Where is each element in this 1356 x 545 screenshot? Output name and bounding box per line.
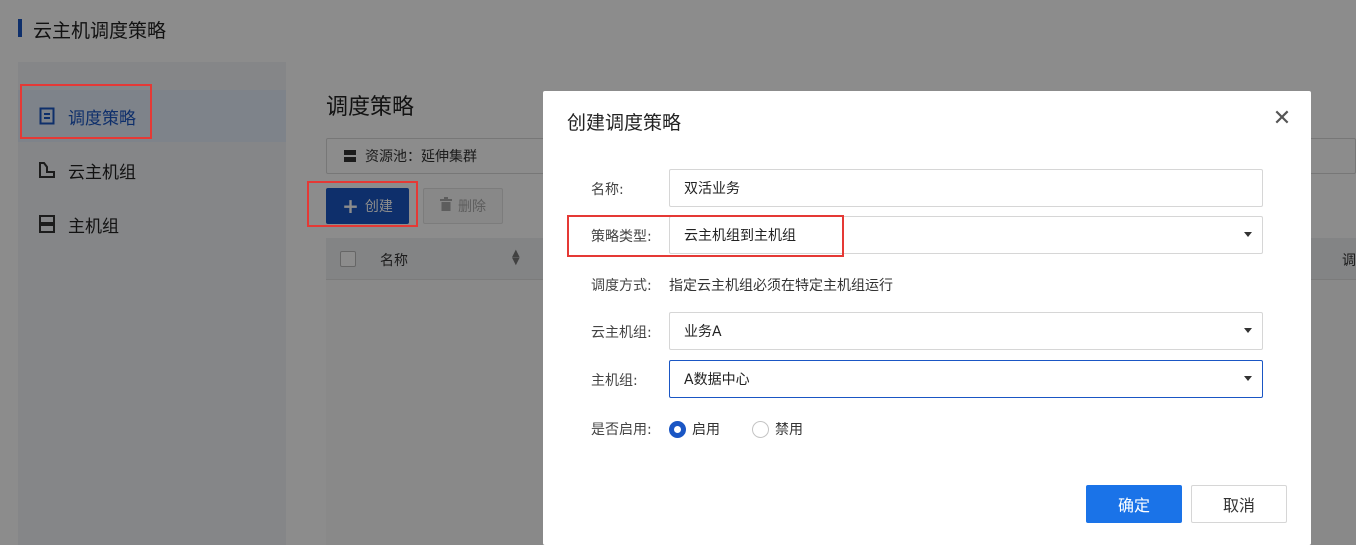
enabled-label: 是否启用: (591, 422, 652, 438)
form-row-policy-type: 策略类型: 云主机组到主机组 (543, 216, 1311, 254)
chevron-down-icon (1244, 232, 1252, 237)
confirm-button[interactable]: 确定 (1086, 485, 1182, 523)
policy-type-value: 云主机组到主机组 (684, 228, 796, 244)
radio-enable[interactable]: 启用 (669, 419, 720, 439)
form-row-enabled: 是否启用: 启用 禁用 (543, 409, 1311, 447)
name-value: 双活业务 (684, 181, 740, 197)
schedule-mode-value: 指定云主机组必须在特定主机组运行 (669, 278, 893, 294)
form-row-vm-group: 云主机组: 业务A (543, 312, 1311, 350)
radio-enable-label: 启用 (692, 422, 720, 438)
radio-checked-icon (669, 420, 686, 438)
cancel-button[interactable]: 取消 (1191, 485, 1287, 523)
vm-group-value: 业务A (684, 324, 722, 340)
dialog-title: 创建调度策略 (567, 112, 682, 134)
chevron-down-icon (1244, 376, 1252, 381)
radio-disable-label: 禁用 (775, 422, 803, 438)
host-group-label: 主机组: (591, 373, 638, 389)
policy-type-label: 策略类型: (591, 229, 652, 245)
create-policy-dialog: 创建调度策略 ✕ 名称: 双活业务 策略类型: 云主机组到主机组 调度方式: 指… (543, 91, 1311, 545)
vm-group-select[interactable]: 业务A (669, 312, 1263, 350)
policy-type-select[interactable]: 云主机组到主机组 (669, 216, 1263, 254)
schedule-mode-label: 调度方式: (591, 278, 652, 294)
form-row-schedule-mode: 调度方式: 指定云主机组必须在特定主机组运行 (543, 265, 1311, 303)
form-row-host-group: 主机组: A数据中心 (543, 360, 1311, 398)
radio-disable[interactable]: 禁用 (752, 419, 803, 439)
host-group-value: A数据中心 (684, 372, 750, 388)
chevron-down-icon (1244, 328, 1252, 333)
host-group-select[interactable]: A数据中心 (669, 360, 1263, 398)
name-label: 名称: (591, 182, 624, 198)
name-input[interactable]: 双活业务 (669, 169, 1263, 207)
close-icon[interactable]: ✕ (1271, 108, 1293, 130)
form-row-name: 名称: 双活业务 (543, 169, 1311, 207)
radio-unchecked-icon (752, 420, 769, 438)
vm-group-label: 云主机组: (591, 325, 652, 341)
